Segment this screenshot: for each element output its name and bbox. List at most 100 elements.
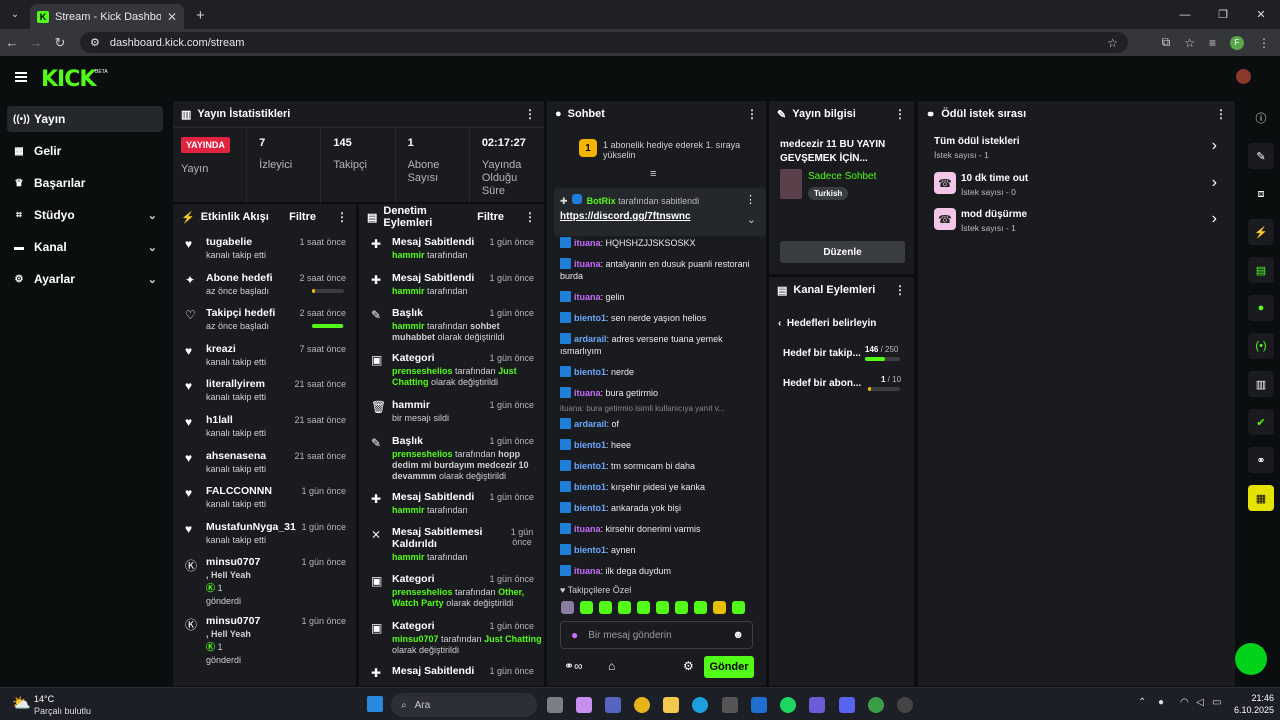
chat-settings-gear-icon[interactable]: ⚙ bbox=[683, 659, 694, 673]
taskbar-search[interactable]: ⌕ Ara bbox=[391, 693, 537, 717]
discord-icon[interactable] bbox=[839, 697, 855, 713]
emote-icon[interactable] bbox=[599, 601, 612, 614]
floating-action-button[interactable] bbox=[1235, 643, 1267, 675]
clock-date[interactable]: 6.10.2025 bbox=[1224, 705, 1274, 715]
hamburger-menu-icon[interactable] bbox=[15, 72, 27, 82]
clock-time[interactable]: 21:46 bbox=[1234, 693, 1274, 703]
close-tab-icon[interactable]: ✕ bbox=[167, 10, 177, 24]
chat-input[interactable]: ● Bir mesaj gönderin ☻ bbox=[560, 621, 753, 649]
profile-avatar[interactable]: F bbox=[1230, 35, 1244, 50]
more-options-icon[interactable]: ⋮ bbox=[894, 283, 906, 297]
battery-icon[interactable]: ▭ bbox=[1212, 697, 1221, 708]
file-explorer-icon[interactable] bbox=[663, 697, 679, 713]
mod-panel-icon[interactable]: ▥ bbox=[1248, 371, 1274, 397]
chat-panel-icon[interactable]: ● bbox=[1248, 295, 1274, 321]
chevron-down-icon[interactable]: ⌄ bbox=[747, 213, 756, 226]
reward-row[interactable]: ☎ mod düşürme İstek sayısı - 1 › bbox=[918, 205, 1235, 235]
more-options-icon[interactable]: ⋮ bbox=[745, 193, 756, 206]
chat-user[interactable]: biento1 bbox=[574, 545, 606, 555]
sidebar-item-kanal[interactable]: ▬ Kanal ⌄ bbox=[7, 234, 163, 260]
reload-icon[interactable]: ↻ bbox=[48, 35, 72, 51]
forward-icon[interactable]: → bbox=[24, 35, 48, 50]
site-info-icon[interactable]: ⚙ bbox=[90, 36, 100, 49]
windows-start-icon[interactable] bbox=[367, 696, 383, 712]
new-tab-button[interactable]: + bbox=[196, 7, 205, 24]
url-bar[interactable]: ⚙ dashboard.kick.com/stream ☆ bbox=[80, 32, 1128, 53]
sidebar-item-gelir[interactable]: ▦ Gelir bbox=[7, 138, 163, 164]
more-options-icon[interactable]: ⋮ bbox=[746, 107, 758, 121]
more-options-icon[interactable]: ⋮ bbox=[336, 210, 348, 224]
filter-button[interactable]: Filtre bbox=[477, 211, 504, 223]
chat-user[interactable]: ituana bbox=[574, 292, 601, 302]
store-icon[interactable]: ⌂ bbox=[608, 659, 615, 673]
spotify-icon[interactable] bbox=[780, 697, 796, 713]
chrome-active-icon[interactable] bbox=[868, 697, 884, 713]
copilot-icon[interactable] bbox=[576, 697, 592, 713]
category-name[interactable]: Sadece Sohbet bbox=[808, 171, 876, 182]
chat-user[interactable]: biento1 bbox=[574, 503, 606, 513]
emoji-icon[interactable]: ☻ bbox=[732, 629, 744, 641]
emote-icon[interactable] bbox=[675, 601, 688, 614]
emote-icon[interactable] bbox=[637, 601, 650, 614]
back-icon[interactable]: ← bbox=[0, 35, 24, 50]
user-avatar[interactable] bbox=[1236, 69, 1251, 84]
sidebar-item-studyo[interactable]: ⌗ Stüdyo ⌄ bbox=[7, 202, 163, 228]
teams-icon[interactable] bbox=[605, 697, 621, 713]
clapper-icon[interactable]: ▦ bbox=[1248, 485, 1274, 511]
bookmark-star-icon[interactable]: ☆ bbox=[1107, 36, 1118, 50]
more-options-icon[interactable]: ⋮ bbox=[894, 107, 906, 121]
chat-user[interactable]: biento1 bbox=[574, 367, 606, 377]
more-options-icon[interactable]: ⋮ bbox=[1215, 107, 1227, 121]
document-panel-icon[interactable]: ▤ bbox=[1248, 257, 1274, 283]
task-view-icon[interactable] bbox=[547, 697, 563, 713]
wrench-icon[interactable]: ✔ bbox=[1248, 409, 1274, 435]
kick-logo[interactable]: KICK bbox=[41, 67, 96, 92]
calendar-app-icon[interactable] bbox=[809, 697, 825, 713]
pinned-message[interactable]: ✚ BotRix tarafından sabitlendi https://d… bbox=[554, 188, 766, 236]
emote-icon[interactable] bbox=[713, 601, 726, 614]
chat-user[interactable]: biento1 bbox=[574, 440, 606, 450]
tab-search-chevron-icon[interactable]: ⌄ bbox=[4, 3, 26, 25]
emote-icon[interactable] bbox=[732, 601, 745, 614]
extensions-icon[interactable]: ⧉ bbox=[1162, 35, 1171, 50]
filter-chat-icon[interactable]: ≡ bbox=[650, 168, 656, 180]
emote-icon[interactable] bbox=[561, 601, 574, 614]
sidebar-item-basarilar[interactable]: ♛ Başarılar bbox=[7, 170, 163, 196]
edge-icon[interactable] bbox=[692, 697, 708, 713]
rewards-icon[interactable]: ⚭∞ bbox=[564, 659, 583, 673]
filter-button[interactable]: Filtre bbox=[289, 211, 316, 223]
store-app-icon[interactable] bbox=[722, 697, 738, 713]
reward-all-row[interactable]: Tüm ödül istekleri İstek sayısı - 1 › bbox=[918, 132, 1235, 162]
close-window-icon[interactable]: ✕ bbox=[1242, 0, 1280, 29]
emote-icon[interactable] bbox=[580, 601, 593, 614]
back-to-goals[interactable]: ‹ Hedefleri belirleyin bbox=[778, 318, 876, 329]
broadcast-panel-icon[interactable]: (•) bbox=[1248, 333, 1274, 359]
menu-icon[interactable]: ⋮ bbox=[1258, 36, 1270, 50]
chat-user[interactable]: ituana bbox=[574, 524, 601, 534]
edit-pen-icon[interactable]: ✎ bbox=[1248, 143, 1274, 169]
more-options-icon[interactable]: ⋮ bbox=[524, 107, 536, 121]
chat-user[interactable]: ardarail bbox=[574, 419, 607, 429]
layout-icon[interactable]: ⧈ bbox=[1248, 181, 1274, 207]
browser-tab[interactable]: K Stream - Kick Dashboard ✕ bbox=[30, 4, 184, 29]
outlook-icon[interactable] bbox=[751, 697, 767, 713]
quick-actions-icon[interactable]: ⚡ bbox=[1248, 219, 1274, 245]
microphone-icon[interactable]: ● bbox=[571, 628, 578, 642]
chat-user[interactable]: biento1 bbox=[574, 461, 606, 471]
more-options-icon[interactable]: ⋮ bbox=[524, 210, 536, 224]
emote-icon[interactable] bbox=[694, 601, 707, 614]
restore-icon[interactable]: ❐ bbox=[1204, 0, 1242, 29]
wifi-icon[interactable]: ◠ bbox=[1180, 697, 1189, 708]
chat-user[interactable]: ituana bbox=[574, 388, 601, 398]
chat-user[interactable]: biento1 bbox=[574, 313, 606, 323]
gift-leaderboard-text[interactable]: 1 abonelik hediye ederek 1. sıraya yükse… bbox=[603, 140, 743, 160]
sidebar-item-ayarlar[interactable]: ⚙ Ayarlar ⌄ bbox=[7, 266, 163, 292]
emote-icon[interactable] bbox=[618, 601, 631, 614]
volume-icon[interactable]: ◁ bbox=[1196, 697, 1204, 708]
reading-list-icon[interactable]: ≡ bbox=[1209, 36, 1216, 50]
sidebar-item-yayin[interactable]: ((•)) Yayın bbox=[7, 106, 163, 132]
weather-icon[interactable]: ⛅ bbox=[12, 694, 31, 712]
minimize-icon[interactable]: — bbox=[1166, 0, 1204, 29]
info-icon[interactable]: ⓘ bbox=[1248, 105, 1274, 131]
favorites-icon[interactable]: ☆ bbox=[1184, 36, 1195, 50]
